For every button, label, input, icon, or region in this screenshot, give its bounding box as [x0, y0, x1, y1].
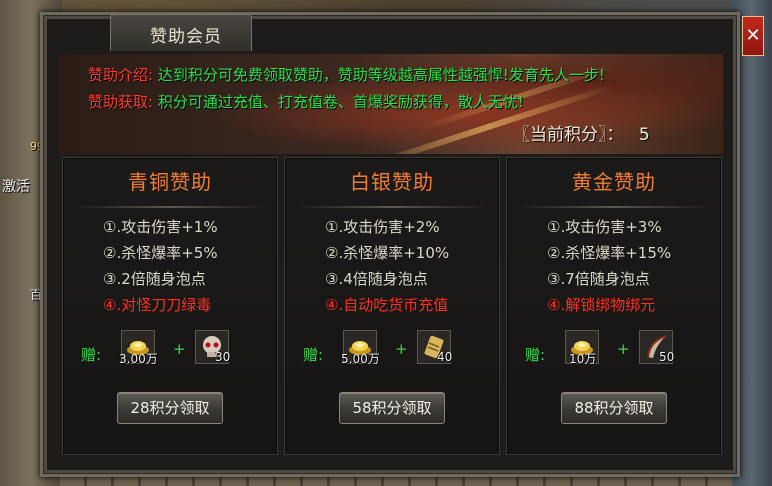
item-count: 5.00万 [341, 352, 380, 366]
divider [73, 206, 267, 208]
item-count: 10万 [569, 352, 597, 366]
perk-item: ②.杀怪爆率+5% [103, 244, 218, 262]
gift-label: 赠: [81, 346, 102, 364]
card-gold: 黄金赞助 ①.攻击伤害+3% ②.杀怪爆率+15% ③.7倍随身泡点 ④.解锁绑… [506, 157, 722, 455]
divider [517, 206, 711, 208]
intro-label: 赞助介绍: [88, 66, 154, 84]
perk-item: ④.自动吃货币充值 [325, 296, 449, 314]
obtain-text: 积分可通过充值、打充值卷、首爆奖励获得，散人无忧! [157, 93, 524, 111]
plus-sign: + [173, 340, 186, 358]
divider [295, 206, 489, 208]
card-silver: 白银赞助 ①.攻击伤害+2% ②.杀怪爆率+10% ③.4倍随身泡点 ④.自动吃… [284, 157, 500, 455]
item-count: 3.00万 [119, 352, 158, 366]
item-count: 50 [659, 350, 675, 364]
perk-item: ③.4倍随身泡点 [325, 270, 428, 288]
perk-item: ②.杀怪爆率+10% [325, 244, 450, 262]
claim-bronze-button[interactable]: 28积分领取 [117, 392, 223, 424]
intro-text: 达到积分可免费领取赞助，赞助等级越高属性越强悍!发育先人一步! [157, 66, 605, 84]
claim-silver-button[interactable]: 58积分领取 [339, 392, 445, 424]
perk-item: ④.对怪刀刀绿毒 [103, 296, 212, 314]
perk-item: ③.7倍随身泡点 [547, 270, 650, 288]
item-count: 30 [215, 350, 231, 364]
obtain-line: 赞助获取: 积分可通过充值、打充值卷、首爆奖励获得，散人无忧! [88, 91, 524, 112]
item-count: 40 [437, 350, 453, 364]
close-button[interactable]: ✕ [742, 16, 764, 56]
intro-line: 赞助介绍: 达到积分可免费领取赞助，赞助等级越高属性越强悍!发育先人一步! [88, 64, 605, 85]
gift-label: 赠: [525, 346, 546, 364]
card-bronze: 青铜赞助 ①.攻击伤害+1% ②.杀怪爆率+5% ③.2倍随身泡点 ④.对怪刀刀… [62, 157, 278, 455]
plus-sign: + [395, 340, 408, 358]
perk-item: ④.解锁绑物绑元 [547, 296, 656, 314]
points-label: 〖当前积分〗： [513, 125, 624, 145]
claim-gold-button[interactable]: 88积分领取 [561, 392, 667, 424]
perk-item: ③.2倍随身泡点 [103, 270, 206, 288]
card-title: 青铜赞助 [128, 170, 212, 194]
card-title: 黄金赞助 [572, 170, 656, 194]
plus-sign: + [617, 340, 630, 358]
edge-activate-text: 激活 [2, 179, 30, 195]
info-banner: 赞助介绍: 达到积分可免费领取赞助，赞助等级越高属性越强悍!发育先人一步! 赞助… [58, 54, 723, 154]
points-value: 5 [638, 125, 650, 145]
perk-item: ①.攻击伤害+2% [325, 218, 440, 236]
perk-item: ①.攻击伤害+3% [547, 218, 662, 236]
window-title: 赞助会员 [150, 27, 222, 47]
gift-label: 赠: [303, 346, 324, 364]
current-points: 〖当前积分〗： 5 [513, 120, 650, 145]
perk-item: ②.杀怪爆率+15% [547, 244, 672, 262]
card-title: 白银赞助 [350, 170, 434, 194]
obtain-label: 赞助获取: [88, 93, 154, 111]
perk-item: ①.攻击伤害+1% [103, 218, 218, 236]
